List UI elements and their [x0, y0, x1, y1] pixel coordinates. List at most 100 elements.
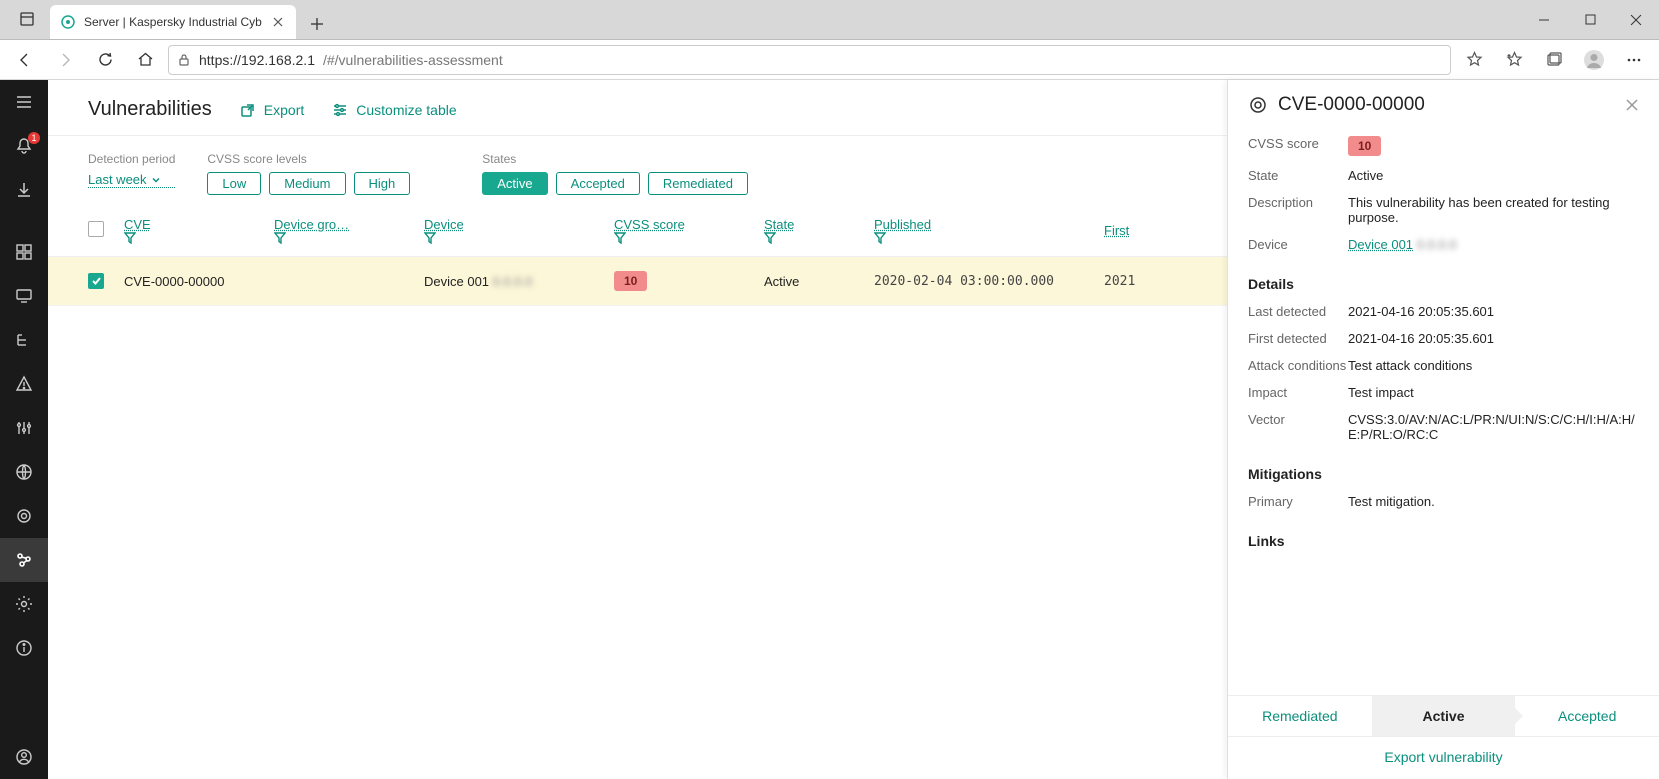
kv-state-value: Active — [1348, 168, 1639, 183]
sidebar-devices[interactable] — [0, 274, 48, 318]
kv-cvss-label: CVSS score — [1248, 136, 1348, 156]
filter-cvss-levels: CVSS score levels Low Medium High — [207, 152, 410, 195]
section-mitigations: Mitigations — [1248, 466, 1639, 482]
profile-button[interactable] — [1577, 43, 1611, 77]
collections-button[interactable] — [1537, 43, 1571, 77]
export-vulnerability-link[interactable]: Export vulnerability — [1384, 749, 1502, 765]
browser-tab[interactable]: Server | Kaspersky Industrial Cyb — [50, 5, 296, 39]
kv-vector-label: Vector — [1248, 412, 1348, 442]
window-controls — [1521, 0, 1659, 40]
select-all-checkbox[interactable] — [88, 221, 104, 237]
filter-icon[interactable] — [874, 232, 1084, 244]
export-button[interactable]: Export — [240, 102, 304, 118]
state-button-accepted[interactable]: Accepted — [1515, 696, 1659, 736]
export-label: Export — [264, 102, 304, 118]
window-maximize[interactable] — [1567, 0, 1613, 40]
pill-cvss-medium[interactable]: Medium — [269, 172, 345, 195]
refresh-button[interactable] — [88, 43, 122, 77]
sidebar-settings[interactable] — [0, 582, 48, 626]
app-root: 1 Vulnerabilities Export Customize table — [0, 80, 1659, 779]
kv-device-value: Device 001 0.0.0.0 — [1348, 237, 1639, 252]
tab-actions-button[interactable] — [8, 0, 46, 39]
col-device-group[interactable]: Device gro… — [274, 217, 349, 232]
kv-vector-value: CVSS:3.0/AV:N/AC:L/PR:N/UI:N/S:C/C:H/I:H… — [1348, 412, 1639, 442]
state-button-active[interactable]: Active — [1372, 696, 1516, 736]
url-host: https://192.168.2.1 — [199, 52, 315, 68]
kv-attack-label: Attack conditions — [1248, 358, 1348, 373]
sidebar-control[interactable] — [0, 406, 48, 450]
filter-icon[interactable] — [124, 232, 254, 244]
detail-title: CVE-0000-00000 — [1278, 94, 1425, 116]
cell-published: 2020-02-04 03:00:00.000 — [864, 257, 1094, 306]
home-button[interactable] — [128, 43, 162, 77]
state-button-remediated[interactable]: Remediated — [1228, 696, 1372, 736]
sidebar-target[interactable] — [0, 494, 48, 538]
pill-state-accepted[interactable]: Accepted — [556, 172, 640, 195]
pill-state-active[interactable]: Active — [482, 172, 547, 195]
cell-device-group — [264, 257, 414, 306]
menu-button[interactable] — [1617, 43, 1651, 77]
main-content: Vulnerabilities Export Customize table D… — [48, 80, 1659, 779]
kv-cvss-value: 10 — [1348, 136, 1639, 156]
detail-panel: CVE-0000-00000 CVSS score10 StateActive … — [1227, 80, 1659, 779]
filter-icon[interactable] — [764, 232, 854, 244]
pill-cvss-low[interactable]: Low — [207, 172, 261, 195]
forward-button[interactable] — [48, 43, 82, 77]
detail-header: CVE-0000-00000 — [1228, 80, 1659, 126]
filter-states: States Active Accepted Remediated — [482, 152, 748, 195]
detail-export-row: Export vulnerability — [1228, 736, 1659, 779]
window-close[interactable] — [1613, 0, 1659, 40]
sidebar-info[interactable] — [0, 626, 48, 670]
filter-detection-period: Detection period Last week — [88, 152, 175, 195]
sidebar-notifications[interactable]: 1 — [0, 124, 48, 168]
col-state[interactable]: State — [764, 217, 794, 232]
sidebar-alerts[interactable] — [0, 362, 48, 406]
pill-state-remediated[interactable]: Remediated — [648, 172, 748, 195]
col-first[interactable]: First — [1104, 223, 1129, 238]
kv-attack-value: Test attack conditions — [1348, 358, 1639, 373]
col-published[interactable]: Published — [874, 217, 931, 232]
col-device[interactable]: Device — [424, 217, 464, 232]
detail-close-button[interactable] — [1625, 98, 1639, 112]
tab-close-button[interactable] — [270, 14, 286, 30]
cell-device: Device 001 0.0.0.0 — [414, 257, 604, 306]
customize-table-button[interactable]: Customize table — [332, 102, 456, 118]
row-checkbox[interactable] — [88, 273, 104, 289]
filter-icon[interactable] — [424, 232, 594, 244]
sidebar-network[interactable] — [0, 450, 48, 494]
sidebar-tree[interactable] — [0, 318, 48, 362]
detail-body: CVSS score10 StateActive DescriptionThis… — [1228, 126, 1659, 695]
filter-icon[interactable] — [274, 232, 404, 244]
detail-state-buttons: Remediated Active Accepted — [1228, 695, 1659, 736]
filter-detection-period-value[interactable]: Last week — [88, 172, 175, 188]
sidebar: 1 — [0, 80, 48, 779]
sidebar-download[interactable] — [0, 168, 48, 212]
sidebar-dashboard[interactable] — [0, 230, 48, 274]
url-path: /#/vulnerabilities-assessment — [323, 52, 503, 68]
kv-state-label: State — [1248, 168, 1348, 183]
favorites-button[interactable] — [1497, 43, 1531, 77]
tracking-button[interactable] — [1457, 43, 1491, 77]
kv-device-label: Device — [1248, 237, 1348, 252]
back-button[interactable] — [8, 43, 42, 77]
sidebar-account[interactable] — [0, 735, 48, 779]
new-tab-button[interactable] — [302, 9, 332, 39]
kv-first-detected-value: 2021-04-16 20:05:35.601 — [1348, 331, 1639, 346]
target-icon — [1248, 95, 1268, 115]
kv-description-value: This vulnerability has been created for … — [1348, 195, 1639, 225]
kv-description-label: Description — [1248, 195, 1348, 225]
kv-last-detected-label: Last detected — [1248, 304, 1348, 319]
notifications-badge: 1 — [28, 132, 40, 144]
lock-icon — [177, 53, 191, 67]
pill-cvss-high[interactable]: High — [354, 172, 411, 195]
sidebar-vulnerabilities[interactable] — [0, 538, 48, 582]
col-cve[interactable]: CVE — [124, 217, 151, 232]
kv-impact-value: Test impact — [1348, 385, 1639, 400]
filter-icon[interactable] — [614, 232, 744, 244]
sidebar-hamburger[interactable] — [0, 80, 48, 124]
window-minimize[interactable] — [1521, 0, 1567, 40]
col-cvss[interactable]: CVSS score — [614, 217, 685, 232]
device-link[interactable]: Device 001 — [1348, 237, 1413, 252]
address-bar[interactable]: https://192.168.2.1 /#/vulnerabilities-as… — [168, 45, 1451, 75]
kv-primary-label: Primary — [1248, 494, 1348, 509]
